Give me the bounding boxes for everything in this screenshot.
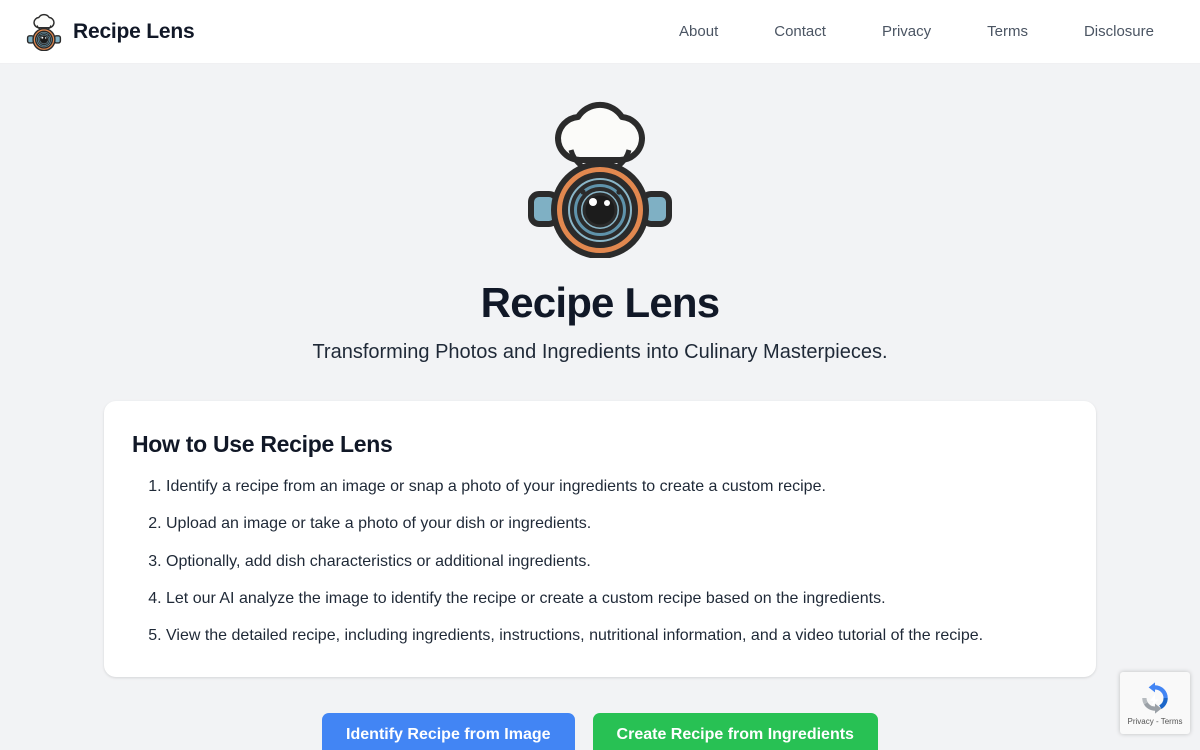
recaptcha-badge[interactable]: Privacy - Terms [1120, 672, 1190, 734]
nav-link-about[interactable]: About [651, 23, 746, 40]
identify-recipe-from-image-button[interactable]: Identify Recipe from Image [322, 713, 575, 750]
list-item: Upload an image or take a photo of your … [166, 512, 1066, 535]
list-item: Let our AI analyze the image to identify… [166, 587, 1066, 610]
site-header: Recipe Lens About Contact Privacy Terms … [0, 0, 1200, 64]
nav-link-disclosure[interactable]: Disclosure [1056, 23, 1176, 40]
list-item: View the detailed recipe, including ingr… [166, 624, 1066, 647]
recaptcha-icon [1138, 681, 1172, 715]
create-recipe-from-ingredients-button[interactable]: Create Recipe from Ingredients [592, 713, 878, 750]
main-navigation: About Contact Privacy Terms Disclosure [651, 23, 1176, 40]
list-item: Optionally, add dish characteristics or … [166, 550, 1066, 573]
chef-camera-lens-logo-icon [26, 13, 62, 51]
how-to-use-card: How to Use Recipe Lens Identify a recipe… [104, 401, 1096, 678]
nav-link-terms[interactable]: Terms [959, 23, 1056, 40]
nav-link-privacy[interactable]: Privacy [854, 23, 959, 40]
how-to-use-steps: Identify a recipe from an image or snap … [132, 475, 1066, 647]
how-to-use-heading: How to Use Recipe Lens [132, 431, 393, 458]
main-content: Recipe Lens Transforming Photos and Ingr… [0, 64, 1200, 750]
action-buttons: Identify Recipe from Image Create Recipe… [322, 713, 878, 750]
hero-chef-camera-lens-logo-icon [525, 98, 675, 258]
page-title: Recipe Lens [480, 279, 720, 326]
nav-link-contact[interactable]: Contact [746, 23, 854, 40]
page-subtitle: Transforming Photos and Ingredients into… [312, 341, 888, 364]
brand-name: Recipe Lens [73, 19, 195, 43]
brand[interactable]: Recipe Lens [26, 13, 195, 51]
list-item: Identify a recipe from an image or snap … [166, 475, 1066, 498]
recaptcha-privacy-terms-label[interactable]: Privacy - Terms [1128, 717, 1183, 726]
